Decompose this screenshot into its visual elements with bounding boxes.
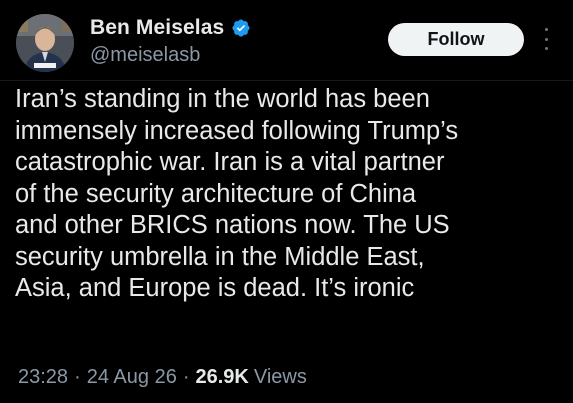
meta-separator: · (182, 366, 190, 388)
tweet-text: Iran’s standing in the world has been im… (15, 84, 571, 305)
more-dot (544, 37, 548, 41)
more-dot (544, 47, 548, 50)
follow-button[interactable]: Follow (388, 23, 524, 56)
divider (0, 80, 573, 81)
more-dot (544, 28, 548, 31)
profile-photo-icon (16, 14, 74, 72)
tweet-meta: 23:28 · 24 Aug 26 · 26.9K Views (18, 366, 307, 389)
tweet-text-line: security umbrella in the Middle East, (15, 242, 425, 271)
tweet-text-line: of the security architecture of China (15, 179, 417, 208)
tweet-text-line: immensely increased following Trump’s (15, 116, 459, 145)
tweet-text-line: catastrophic war. Iran is a vital partne… (15, 148, 445, 176)
views-label[interactable]: Views (254, 366, 307, 389)
author-display-name[interactable]: Ben Meiselas (90, 16, 224, 40)
verified-badge-icon (232, 19, 250, 37)
tweet-text-line: Iran’s standing in the world has been (15, 85, 430, 113)
author-name-row[interactable]: Ben Meiselas (90, 14, 251, 42)
tweet-text-line: Asia, and Europe is dead. It’s ironic (15, 274, 415, 302)
views-count[interactable]: 26.9K (196, 366, 249, 389)
tweet-text-line: and other BRICS nations now. The US (15, 211, 450, 239)
more-vertical-icon[interactable] (539, 28, 553, 50)
tweet-time[interactable]: 23:28 (18, 366, 68, 389)
avatar[interactable] (16, 14, 74, 72)
meta-separator: · (74, 366, 81, 388)
tweet-date[interactable]: 24 Aug 26 (87, 366, 177, 389)
author-handle[interactable]: @meiselasb (90, 44, 200, 67)
tweet-card: Ben Meiselas @meiselasb Follow Iran’s st… (0, 0, 573, 403)
